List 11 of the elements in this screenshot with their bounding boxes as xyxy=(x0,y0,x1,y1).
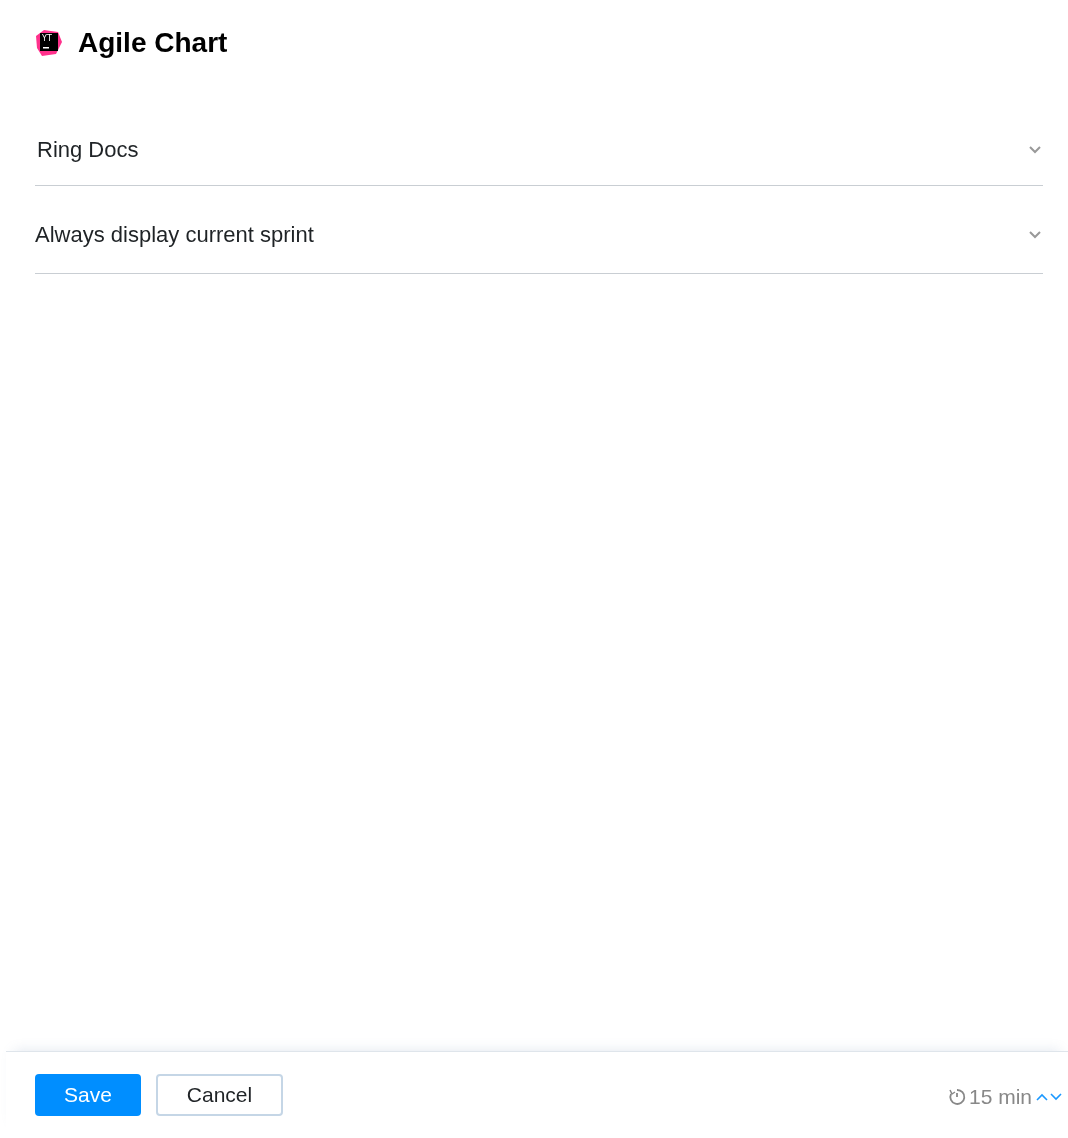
timer-icon xyxy=(946,1087,967,1107)
chevron-down-icon xyxy=(1029,145,1041,154)
chevron-down-icon[interactable] xyxy=(1050,1093,1062,1101)
cancel-button[interactable]: Cancel xyxy=(156,1074,283,1116)
dropdown-select[interactable]: Always display current sprint xyxy=(35,186,1043,274)
logo-icon: YT xyxy=(34,28,64,58)
chevron-down-icon xyxy=(1029,230,1041,239)
refresh-interval: 15 min xyxy=(968,1085,1032,1109)
chevron-up-icon[interactable] xyxy=(1036,1093,1048,1101)
widget-title: Agile Chart xyxy=(78,27,228,59)
dropdown-select[interactable]: Ring Docs xyxy=(35,110,1043,186)
